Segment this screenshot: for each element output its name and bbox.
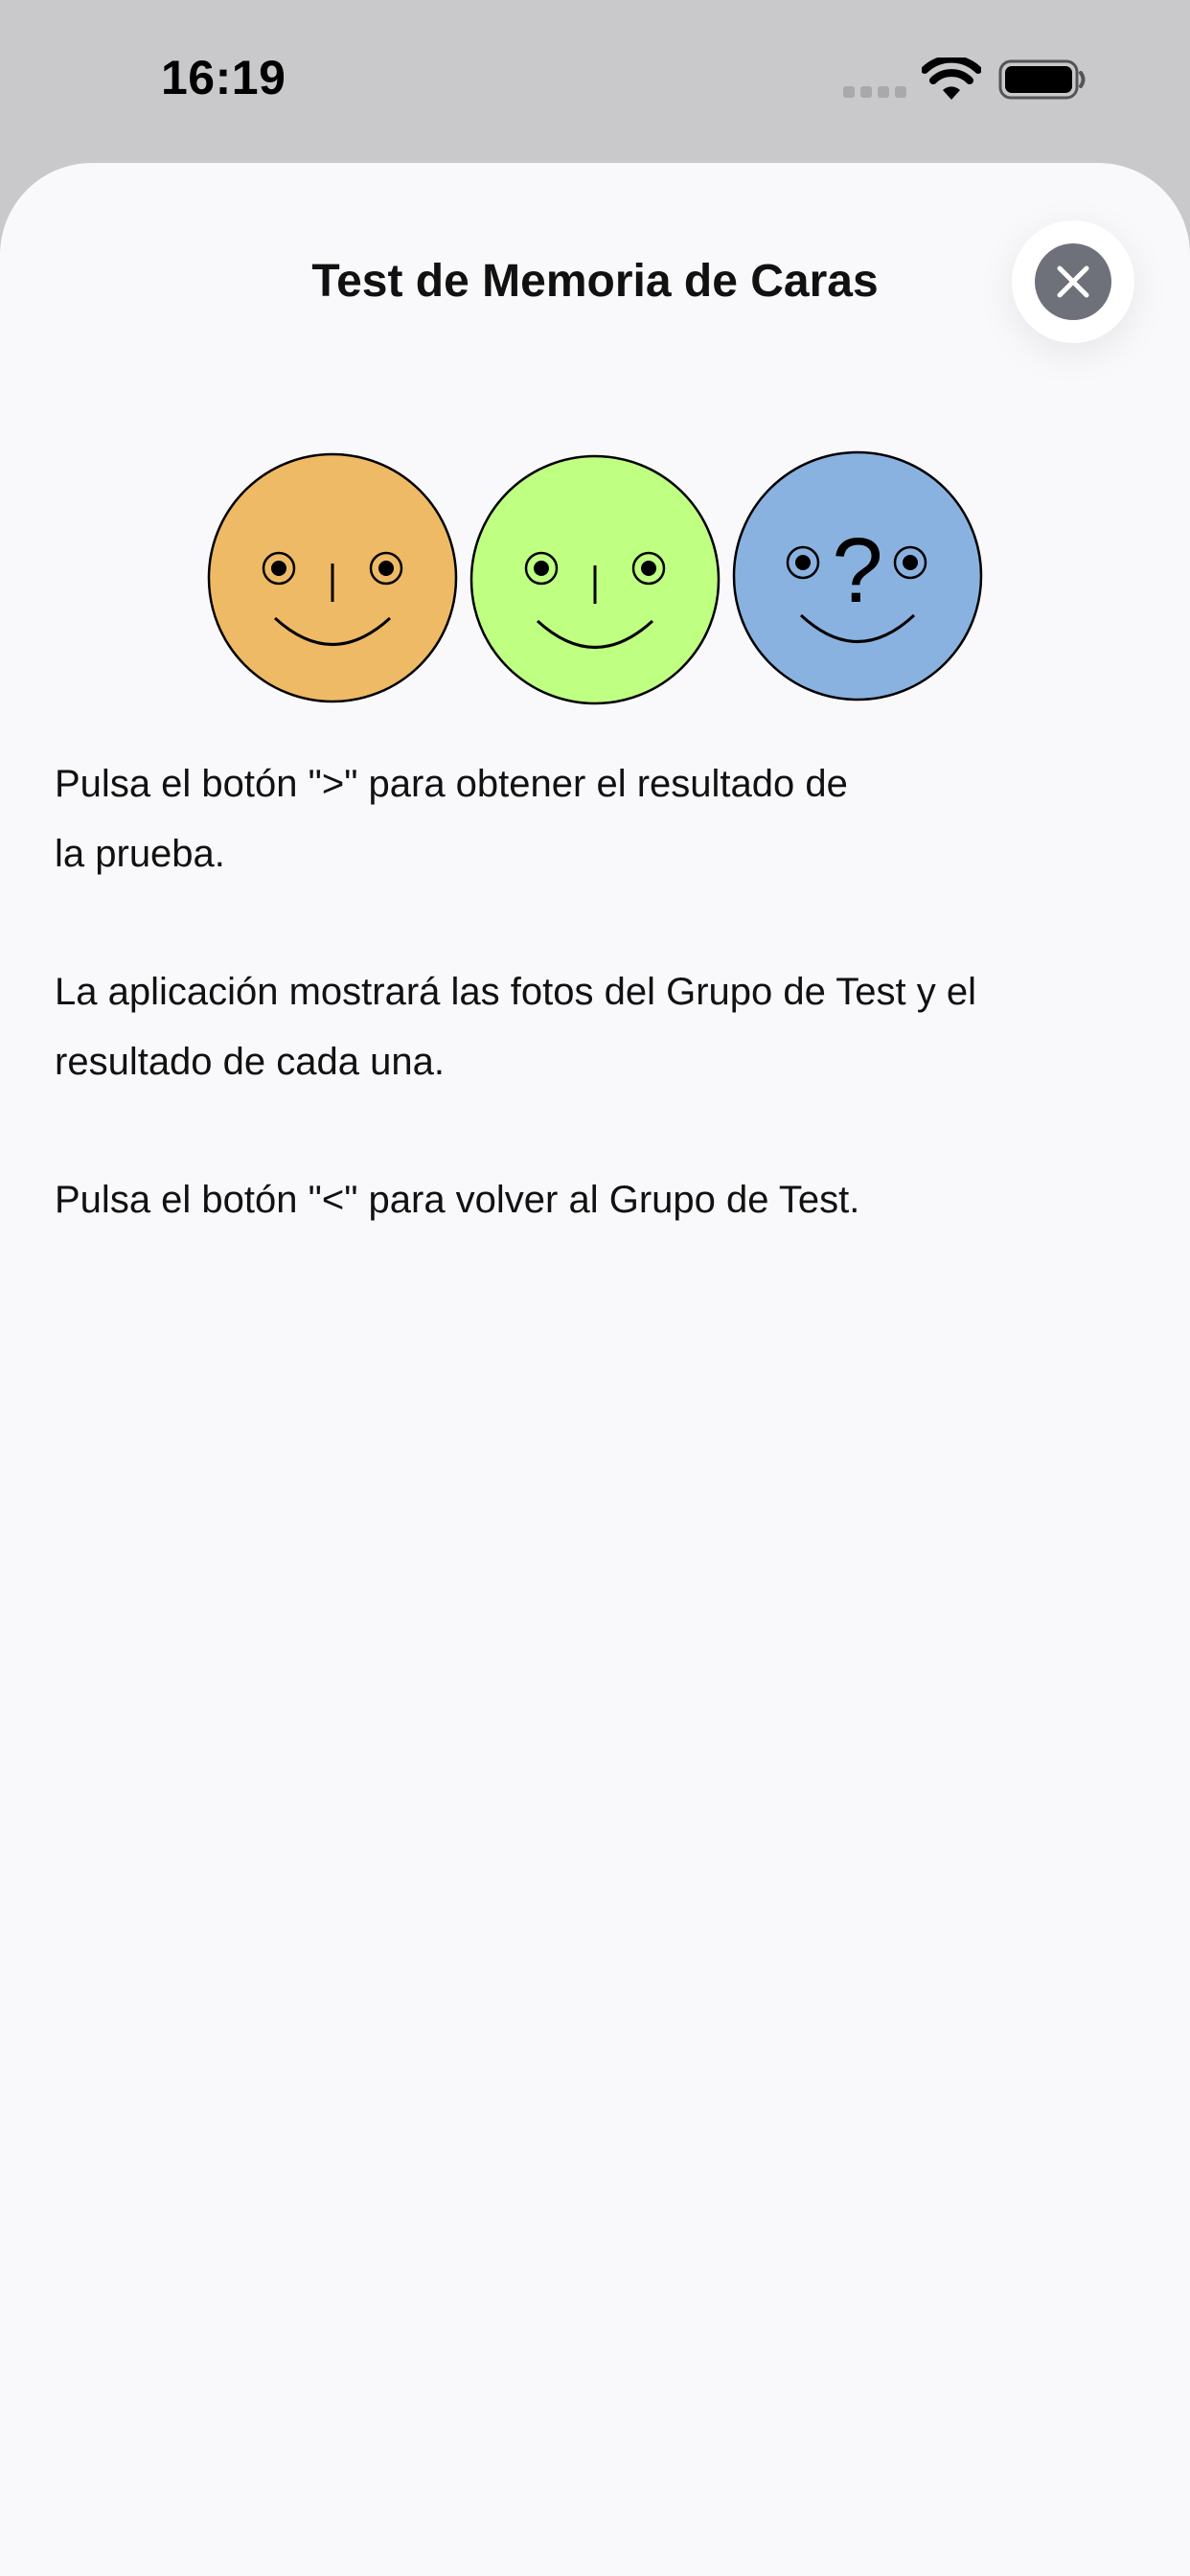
pupil-icon [641, 561, 656, 576]
instruction-paragraph-2: La aplicación mostrará las fotos del Gru… [55, 971, 976, 1083]
battery-icon [998, 59, 1086, 100]
face-green [469, 454, 721, 705]
pupil-icon [903, 555, 918, 570]
question-mark-icon: ? [832, 519, 882, 622]
modal-sheet: Test de Memoria de Caras ? Pulsa el botó… [0, 163, 1190, 2576]
close-button-circle [1035, 243, 1111, 320]
pupil-icon [271, 561, 286, 576]
instruction-paragraph-1: Pulsa el botón ">" para obtener el resul… [55, 749, 1128, 889]
face-orange [207, 452, 458, 703]
instruction-1-line-1: Pulsa el botón ">" para obtener el resul… [55, 763, 848, 805]
status-time: 16:19 [161, 51, 286, 104]
instruction-1-line-2: la prueba. [55, 833, 225, 875]
pupil-icon [378, 561, 394, 576]
pupil-icon [795, 555, 811, 570]
instructions: Pulsa el botón ">" para obtener el resul… [55, 749, 1128, 1303]
pupil-icon [534, 561, 549, 576]
cellular-signal-icon [843, 86, 906, 98]
close-button[interactable] [1012, 220, 1134, 343]
instruction-paragraph-3: Pulsa el botón "<" para volver al Grupo … [55, 1179, 860, 1221]
status-bar: 16:19 [0, 0, 1190, 163]
faces-illustration: ? [207, 450, 983, 705]
face-blue: ? [732, 450, 983, 702]
close-icon [1057, 265, 1089, 298]
wifi-icon [922, 58, 981, 100]
